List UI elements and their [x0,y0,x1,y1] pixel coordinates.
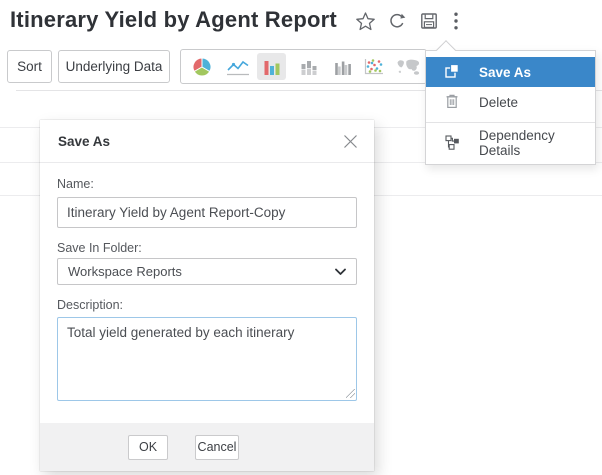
save-as-dialog: Save As Name: Save In Folder: Workspace … [40,120,374,471]
description-label: Description: [57,298,357,312]
grouped-bar-chart-icon[interactable] [329,50,357,83]
more-options-icon[interactable] [448,9,464,33]
dialog-title: Save As [58,134,110,149]
name-input[interactable] [57,197,357,228]
save-icon[interactable] [416,9,442,33]
more-options-menu: Save As Delete Dependency Details [425,50,596,165]
description-textarea[interactable]: Total yield generated by each itinerary [57,317,357,401]
star-icon[interactable] [352,9,378,33]
stacked-bar-chart-icon[interactable] [295,50,323,83]
folder-select[interactable]: Workspace Reports [57,258,357,285]
header-actions [352,9,464,33]
chart-type-toolbar [180,49,427,84]
folder-label: Save In Folder: [57,236,357,255]
save-as-icon [443,62,461,83]
ok-button[interactable]: OK [128,435,168,460]
page-title: Itinerary Yield by Agent Report [10,7,337,33]
menu-item-label: Dependency Details [479,128,595,158]
dependency-details-icon [443,133,461,154]
map-chart-icon[interactable] [393,50,423,83]
bar-chart-icon[interactable] [258,50,286,83]
name-label: Name: [57,177,357,191]
close-icon[interactable] [341,132,359,150]
menu-separator [426,122,595,123]
delete-icon [443,92,461,113]
menu-item-label: Delete [479,95,518,110]
menu-item-save-as[interactable]: Save As [426,57,595,87]
refresh-icon[interactable] [384,9,410,33]
menu-item-label: Save As [479,65,531,80]
underlying-data-button[interactable]: Underlying Data [58,50,170,83]
scatter-plot-icon[interactable] [360,50,386,83]
cancel-button[interactable]: Cancel [195,435,239,460]
menu-item-dependency-details[interactable]: Dependency Details [426,128,595,158]
pie-chart-icon[interactable] [188,50,216,83]
dialog-footer: OK Cancel [40,423,374,471]
folder-select-value: Workspace Reports [68,264,182,279]
menu-item-delete[interactable]: Delete [426,87,595,117]
sort-button[interactable]: Sort [7,50,52,83]
line-chart-icon[interactable] [224,50,252,83]
chevron-down-icon [335,264,346,279]
dialog-header: Save As [40,120,374,163]
